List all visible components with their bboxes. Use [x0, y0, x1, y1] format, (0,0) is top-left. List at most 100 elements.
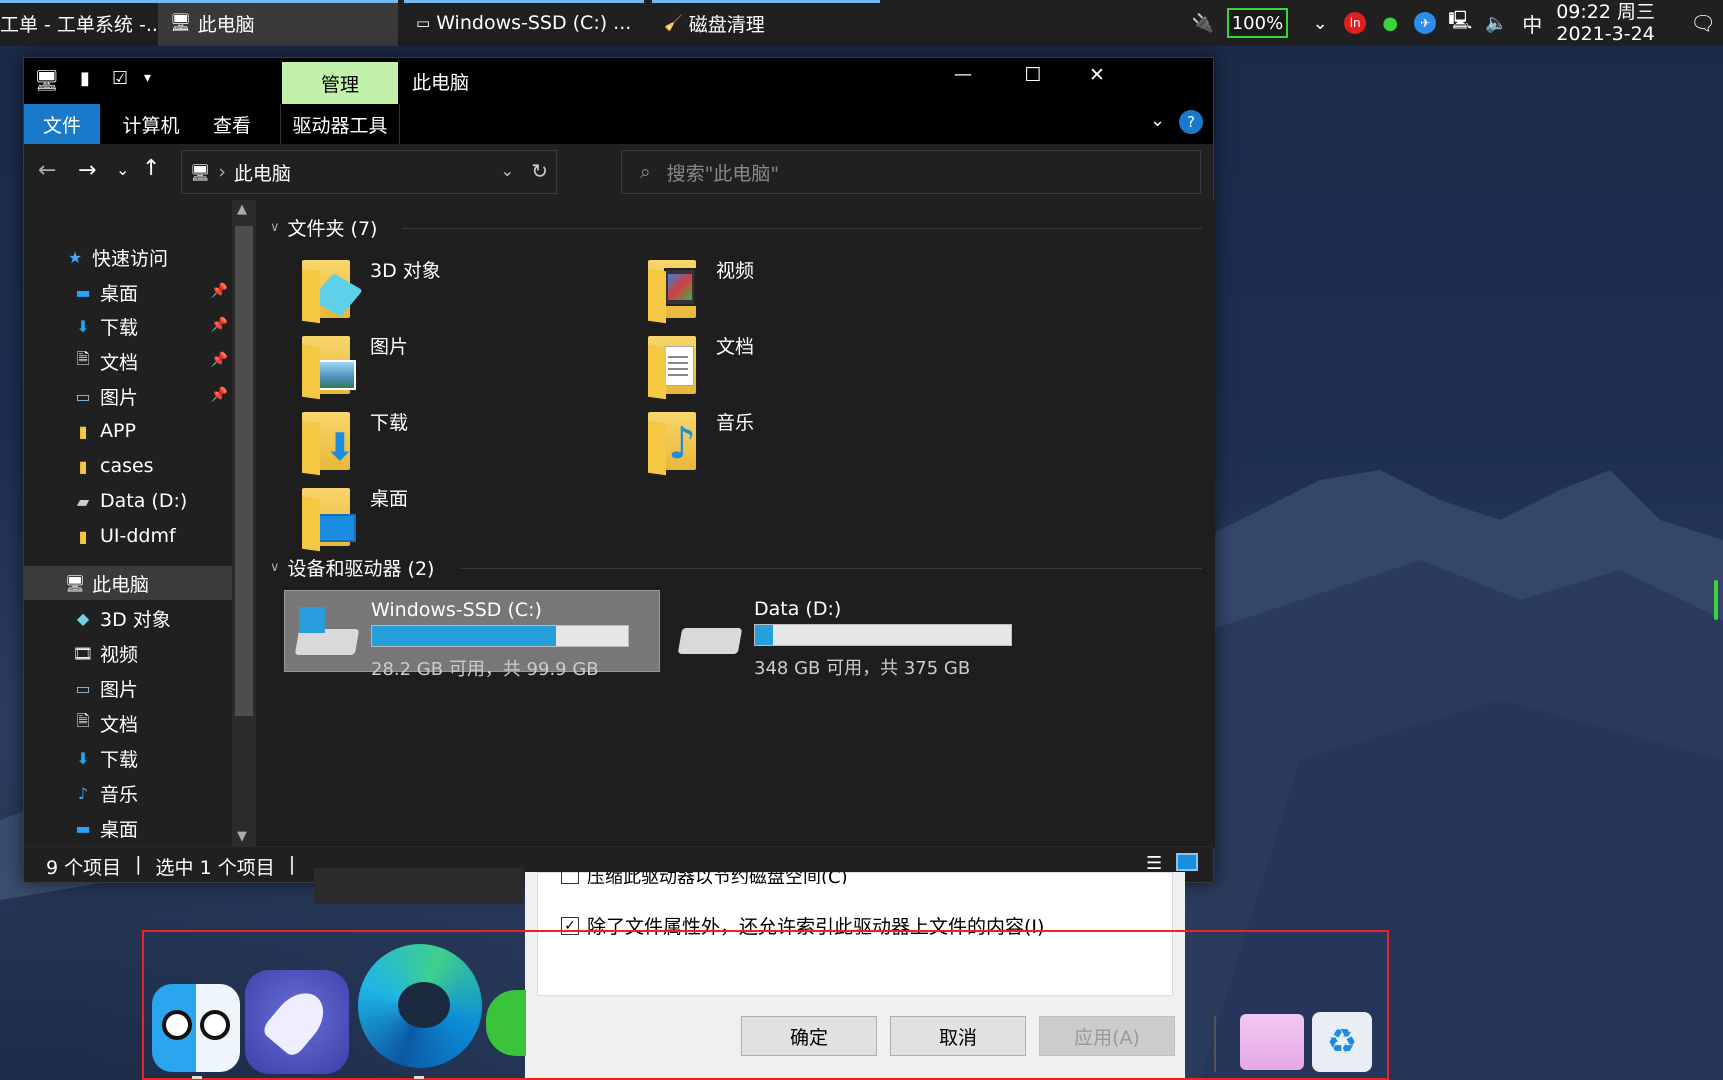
taskbar-button-label: 工单 - 工单系统 -... [0, 13, 158, 36]
properties-icon[interactable]: ▮ [80, 68, 90, 89]
folder-pictures[interactable]: 图片 [298, 332, 408, 400]
up-button[interactable]: ↑ [142, 156, 160, 181]
tab-label: 查看 [212, 114, 251, 137]
folder-3d-objects[interactable]: 3D 对象 [298, 256, 441, 324]
details-view-icon[interactable]: ☰ [1146, 853, 1162, 874]
close-button[interactable]: ✕ [1074, 64, 1120, 86]
nav-scrollbar[interactable]: ▲ ▼ [232, 200, 256, 848]
minimize-button[interactable]: — [940, 64, 986, 85]
messaging-app-icon[interactable]: ✈ [1414, 12, 1437, 34]
drive-label: Windows-SSD (C:) [371, 599, 542, 621]
expand-ribbon-icon[interactable]: ⌄ [1150, 110, 1165, 131]
nav-item-music[interactable]: ♪ 音乐 [24, 776, 232, 810]
folders-group-header[interactable]: ∨ 文件夹 (7) [270, 214, 377, 241]
launchpad-rocket-icon[interactable] [245, 970, 349, 1074]
tab-drive-tools[interactable]: 驱动器工具 [280, 104, 400, 144]
pin-icon[interactable]: 📌 [211, 352, 228, 368]
nav-item-documents-pc[interactable]: 🗎 文档 [24, 706, 232, 740]
cube-icon: ◆ [76, 608, 90, 628]
recycle-bin-icon[interactable]: ♻ [1312, 1012, 1372, 1072]
nav-item-pictures[interactable]: ▭ 图片 📌 [24, 379, 232, 413]
recent-locations-icon[interactable]: ⌄ [116, 160, 129, 179]
nav-quick-access[interactable]: ★ 快速访问 [24, 240, 232, 274]
nav-item-3d-objects[interactable]: ◆ 3D 对象 [24, 601, 232, 635]
forward-button[interactable]: → [78, 158, 96, 183]
scroll-thumb[interactable] [235, 226, 253, 716]
checkbox[interactable] [561, 872, 579, 884]
nav-item-desktop[interactable]: ▬ 桌面 📌 [24, 275, 232, 309]
taskbar-button-this-pc[interactable]: 🖥 此电脑 [158, 0, 398, 46]
pin-icon[interactable]: 📌 [211, 387, 228, 403]
maximize-button[interactable]: ☐ [1010, 64, 1056, 86]
large-icons-view-icon[interactable] [1176, 853, 1198, 871]
address-dropdown-icon[interactable]: ⌄ [501, 161, 514, 180]
address-field[interactable]: 🖥 › 此电脑 ⌄ ↻ [181, 150, 557, 194]
network-icon[interactable]: 🖳 [1448, 10, 1472, 35]
nav-item-cases[interactable]: ▮ cases [24, 449, 232, 483]
nav-item-desktop-pc[interactable]: ▬ 桌面 [24, 811, 232, 845]
edge-browser-icon[interactable] [358, 944, 482, 1068]
folder-music[interactable]: ♪ 音乐 [644, 408, 754, 476]
taskbar-button-ticket-system[interactable]: 工单 - 工单系统 -... [0, 0, 158, 46]
tab-view[interactable]: 查看 [194, 104, 270, 144]
chevron-up-icon[interactable]: ⌄ [1308, 11, 1332, 35]
taskbar-button-disk-cleanup[interactable]: 🧹 磁盘清理 [652, 0, 880, 46]
nav-item-pictures-pc[interactable]: ▭ 图片 [24, 671, 232, 705]
folder-videos[interactable]: 视频 [644, 256, 754, 324]
group-divider [402, 228, 1202, 229]
compress-option[interactable]: 压缩此驱动器以节约磁盘空间(C) [561, 872, 848, 884]
item-count: 9 个项目 [46, 857, 122, 879]
tab-label: 计算机 [122, 114, 180, 137]
manage-contextual-tab[interactable]: 管理 [282, 62, 398, 104]
download-folder-icon: ⬇ [298, 408, 358, 476]
folder-documents[interactable]: 文档 [644, 332, 754, 400]
refresh-icon[interactable]: ↻ [531, 159, 548, 183]
volume-icon[interactable]: 🔈 [1484, 11, 1508, 35]
antivirus-icon[interactable]: ln [1344, 12, 1367, 34]
wechat-app-icon[interactable] [486, 990, 526, 1056]
nav-item-app[interactable]: ▮ APP [24, 414, 232, 448]
tab-file[interactable]: 文件 [24, 104, 100, 144]
taskbar-button-label: 此电脑 [197, 13, 255, 36]
power-plug-icon[interactable]: 🔌 [1191, 11, 1215, 35]
nav-label: 下载 [100, 748, 139, 771]
taskbar-button-windows-ssd[interactable]: ▭ Windows-SSD (C:) ... [404, 0, 644, 46]
pin-icon[interactable]: 📌 [211, 317, 228, 333]
help-button[interactable]: ? [1179, 110, 1203, 134]
ribbon-tabs: 文件 计算机 查看 驱动器工具 ⌄ ? [24, 104, 1213, 144]
notification-icon[interactable]: 🗨 [1690, 11, 1715, 35]
nav-item-documents[interactable]: 🗎 文档 📌 [24, 344, 232, 378]
scroll-up-icon[interactable]: ▲ [237, 202, 247, 217]
nav-item-videos[interactable]: 🎞 视频 [24, 636, 232, 670]
battery-indicator[interactable]: 100% [1226, 8, 1289, 38]
wechat-icon[interactable]: ● [1378, 11, 1402, 35]
taskbar-button-label: Windows-SSD (C:) ... [436, 12, 632, 34]
ime-indicator[interactable]: 中 [1520, 11, 1544, 37]
pin-icon[interactable]: 📌 [211, 283, 228, 299]
selected-count: 选中 1 个项目 [155, 857, 275, 879]
chevron-down-icon[interactable]: ▾ [144, 70, 151, 86]
drive-data-d[interactable]: Data (D:) 348 GB 可用，共 375 GB [668, 590, 1044, 679]
nav-item-data-d[interactable]: ▰ Data (D:) [24, 484, 232, 518]
checkmark-doc-icon[interactable]: ☑ [112, 68, 128, 89]
drive-icon [676, 598, 743, 664]
nav-item-ui-ddmf[interactable]: ▮ UI-ddmf [24, 519, 232, 553]
nav-this-pc[interactable]: 🖥 此电脑 [24, 566, 232, 600]
folder-app-icon[interactable] [1240, 1014, 1304, 1070]
search-box[interactable]: ⌕ 搜索"此电脑" [621, 150, 1201, 194]
nav-item-downloads[interactable]: ⬇ 下载 📌 [24, 309, 232, 343]
nav-label: 视频 [100, 643, 139, 666]
nav-item-downloads-pc[interactable]: ⬇ 下载 [24, 741, 232, 775]
tab-computer[interactable]: 计算机 [108, 104, 194, 144]
back-button[interactable]: ← [38, 158, 56, 183]
clock[interactable]: 09:22 周三 2021-3-24 [1556, 1, 1655, 45]
folder-downloads[interactable]: ⬇ 下载 [298, 408, 408, 476]
scroll-down-icon[interactable]: ▼ [237, 829, 247, 844]
finder-app-icon[interactable] [152, 984, 240, 1072]
drives-group-header[interactable]: ∨ 设备和驱动器 (2) [270, 554, 434, 581]
folder-icon: ▮ [78, 421, 88, 441]
folder-desktop[interactable]: 桌面 [298, 484, 408, 552]
computer-icon: 🖥 [64, 573, 86, 593]
breadcrumb-this-pc[interactable]: 此电脑 [234, 159, 291, 186]
drive-windows-ssd[interactable]: Windows-SSD (C:) 28.2 GB 可用，共 99.9 GB [284, 590, 660, 680]
